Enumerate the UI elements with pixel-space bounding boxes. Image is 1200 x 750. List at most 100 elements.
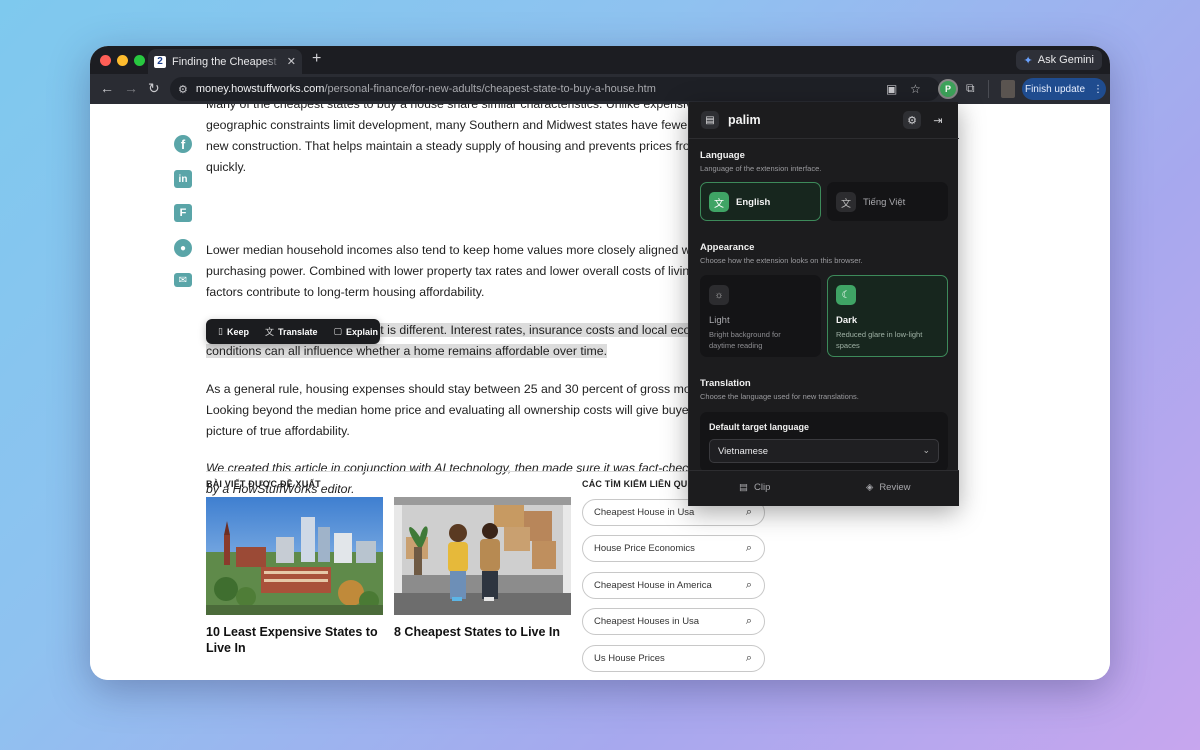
review-label: Review: [879, 482, 911, 493]
translate-icon: 文: [836, 192, 856, 212]
tab-close-icon[interactable]: ✕: [287, 55, 296, 68]
minimize-window-button[interactable]: [117, 55, 128, 66]
related-search-pill[interactable]: Cheapest Houses in Usa ⌕: [582, 608, 765, 635]
back-icon[interactable]: ←: [100, 80, 114, 96]
clip-button[interactable]: ▤ Clip: [739, 482, 770, 493]
related-search-label: House Price Economics: [594, 543, 695, 554]
appearance-option-light[interactable]: ☼ Light Bright background for daytime re…: [700, 275, 821, 357]
translate-button[interactable]: 文 Translate: [259, 319, 324, 344]
appearance-option-desc: Bright background for daytime reading: [709, 330, 781, 350]
target-language-value: Vietnamese: [718, 445, 768, 457]
article-line: Looking beyond the median home price and…: [206, 403, 699, 417]
related-search-label: Cheapest Houses in Usa: [594, 616, 700, 627]
gemini-star-icon: ✦: [1023, 54, 1033, 67]
toolbar-divider: [988, 80, 989, 98]
review-button[interactable]: ◈ Review: [866, 482, 910, 493]
article-line: new construction. That helps maintain a …: [206, 139, 690, 153]
panel-header: ▤ palim ⚙ ⇥: [689, 102, 959, 139]
article-line: Many of the cheapest states to buy a hou…: [206, 104, 699, 111]
reddit-share-icon[interactable]: ●: [174, 239, 192, 257]
card-title-least-expensive[interactable]: 10 Least Expensive States to Live In: [206, 624, 383, 656]
new-tab-button[interactable]: +: [312, 50, 321, 68]
language-subtitle: Language of the extension interface.: [700, 164, 822, 173]
browser-toolbar: ← → ↻ ⚙ money.howstuffworks.com/personal…: [90, 74, 1110, 104]
panel-brand: palim: [728, 113, 761, 127]
recommended-heading: BÀI VIẾT ĐƯỢC ĐỀ XUẤT: [206, 479, 321, 489]
related-search-label: Cheapest House in America: [594, 580, 712, 591]
tab-title: Finding the Cheapest State to Buy a Hous…: [172, 55, 281, 68]
close-window-button[interactable]: [100, 55, 111, 66]
default-language-label: Default target language: [709, 422, 810, 432]
related-search-pill[interactable]: House Price Economics ⌕: [582, 535, 765, 562]
address-bar[interactable]: ⚙ money.howstuffworks.com/personal-finan…: [170, 77, 940, 101]
language-option-english[interactable]: 文 English: [700, 182, 821, 221]
palim-logo-icon: ▤: [701, 111, 719, 129]
selected-text[interactable]: conditions can all influence whether a h…: [206, 344, 608, 358]
article-paragraph: Many of the cheapest states to buy a hou…: [206, 104, 706, 178]
explain-button[interactable]: ▢ Explain: [328, 319, 385, 344]
search-icon: ⌕: [745, 542, 752, 554]
settings-gear-icon[interactable]: ⚙: [903, 111, 921, 129]
ask-gemini-button[interactable]: ✦ Ask Gemini: [1015, 50, 1102, 70]
article-line: purchasing power. Combined with lower pr…: [206, 264, 697, 278]
article-line: factors contribute to long-term housing …: [206, 285, 485, 299]
ask-gemini-label: Ask Gemini: [1037, 54, 1094, 66]
moon-icon: ☾: [836, 285, 856, 305]
default-language-card: Default target language Vietnamese ⌄: [700, 412, 948, 472]
article-line: As a general rule, housing expenses shou…: [206, 382, 698, 396]
search-icon: ⌕: [745, 652, 752, 664]
more-menu-icon[interactable]: ⋮: [1093, 84, 1103, 95]
card-image-city[interactable]: [206, 497, 383, 615]
related-search-label: Cheapest House in Usa: [594, 507, 695, 518]
profile-avatar[interactable]: [1001, 80, 1015, 98]
maximize-window-button[interactable]: [134, 55, 145, 66]
bookmark-star-icon[interactable]: ☆: [910, 82, 921, 96]
site-favicon-icon: 2: [154, 55, 166, 68]
palim-extension-icon[interactable]: P: [938, 79, 958, 99]
language-option-vietnamese[interactable]: 文 Tiếng Việt: [827, 182, 948, 221]
site-info-icon[interactable]: ⚙: [178, 83, 188, 96]
article-line: We created this article in conjunction w…: [206, 461, 695, 475]
graduation-cap-icon: ◈: [866, 482, 874, 493]
target-language-select[interactable]: Vietnamese ⌄: [709, 439, 939, 463]
appearance-option-label: Light: [709, 315, 730, 326]
selection-toolbar: ▯ Keep 文 Translate ▢ Explain: [206, 319, 380, 344]
translation-subtitle: Choose the language used for new transla…: [700, 392, 859, 401]
reload-icon[interactable]: ↻: [148, 80, 160, 97]
extensions-puzzle-icon[interactable]: ⧉: [966, 81, 975, 96]
linkedin-share-icon[interactable]: in: [174, 170, 192, 188]
email-share-icon[interactable]: ✉: [174, 273, 192, 287]
appearance-option-dark[interactable]: ☾ Dark Reduced glare in low-light spaces: [827, 275, 948, 357]
translate-label: Translate: [277, 326, 318, 337]
language-heading: Language: [700, 150, 745, 161]
related-search-pill[interactable]: Cheapest House in America ⌕: [582, 572, 765, 599]
appearance-option-desc: Reduced glare in low-light spaces: [836, 330, 923, 350]
forward-icon[interactable]: →: [124, 80, 138, 96]
language-option-label: English: [736, 197, 771, 208]
sun-icon: ☼: [709, 285, 729, 305]
related-search-label: Us House Prices: [594, 653, 665, 664]
tab-active[interactable]: 2 Finding the Cheapest State to Buy a Ho…: [148, 49, 302, 74]
related-search-pill[interactable]: Us House Prices ⌕: [582, 645, 765, 672]
palim-extension-panel: ▤ palim ⚙ ⇥ Language Language of the ext…: [688, 102, 959, 506]
logout-icon[interactable]: ⇥: [929, 111, 947, 129]
keep-button[interactable]: ▯ Keep: [212, 319, 255, 344]
cast-icon[interactable]: ▣: [886, 82, 897, 96]
article-paragraph: Lower median household incomes also tend…: [206, 240, 706, 303]
facebook-share-icon[interactable]: f: [174, 135, 192, 153]
card-title-cheapest-states[interactable]: 8 Cheapest States to Live In: [394, 624, 571, 640]
bookmark-icon: ▯: [218, 326, 223, 336]
card-image-moving[interactable]: [394, 497, 571, 615]
comment-icon: ▢: [333, 326, 343, 336]
tab-strip: 2 Finding the Cheapest State to Buy a Ho…: [90, 46, 1110, 74]
browser-window: 2 Finding the Cheapest State to Buy a Ho…: [90, 46, 1110, 680]
search-icon: ⌕: [745, 579, 752, 591]
finish-update-button[interactable]: Finish update ⋮: [1022, 78, 1106, 100]
article-line: quickly.: [206, 160, 247, 174]
language-option-label: Tiếng Việt: [863, 197, 906, 208]
flipboard-share-icon[interactable]: F: [174, 204, 192, 222]
chevron-down-icon: ⌄: [922, 445, 930, 455]
clip-label: Clip: [753, 482, 771, 493]
panel-footer: ▤ Clip ◈ Review: [689, 470, 959, 506]
translation-heading: Translation: [700, 378, 751, 389]
